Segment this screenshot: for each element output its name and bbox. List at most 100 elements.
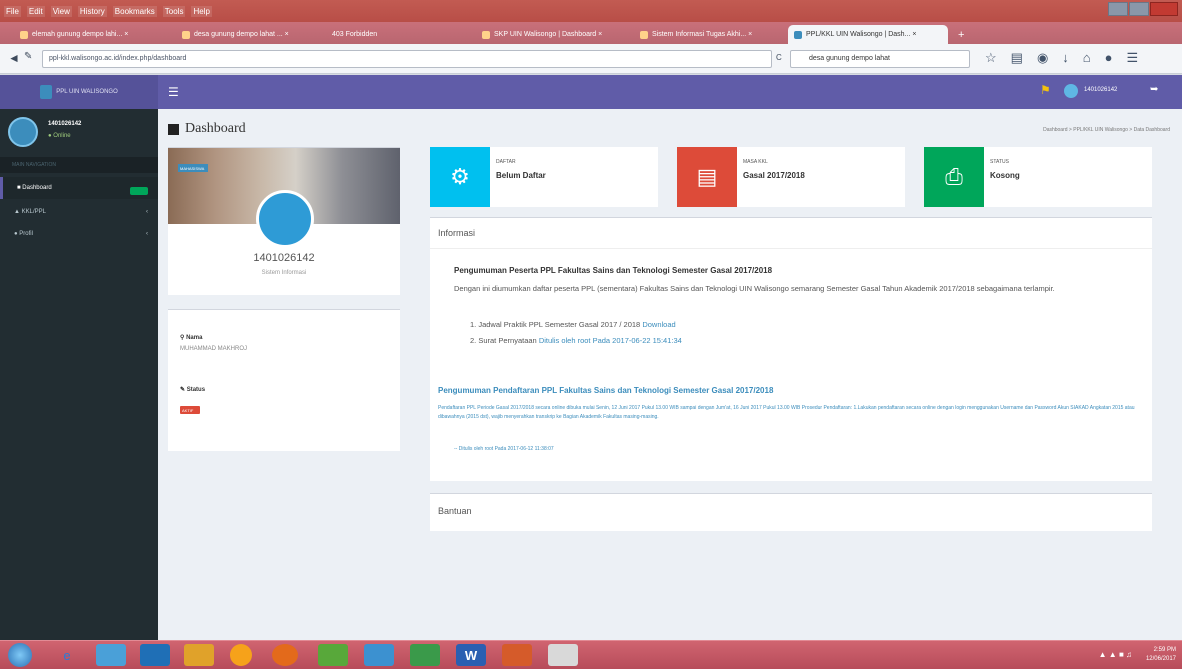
new-badge: [130, 187, 148, 195]
informasi-box: Informasi Pengumuman Peserta PPL Fakulta…: [430, 217, 1152, 481]
bantuan-box: Bantuan: [430, 493, 1152, 531]
browser-tab[interactable]: 403 Forbidden: [326, 25, 446, 44]
list-item-text: 2. Surat Pernyataan: [470, 336, 537, 345]
reload-icon[interactable]: C: [776, 53, 782, 62]
sidebar-section-header: MAIN NAVIGATION: [0, 157, 158, 173]
search-input[interactable]: desa gunung dempo lahat: [790, 50, 970, 68]
pocket-icon[interactable]: ◉: [1037, 51, 1048, 65]
sidebar-avatar: [8, 117, 38, 147]
app-icon[interactable]: [502, 644, 532, 666]
download-icon[interactable]: ↓: [1062, 51, 1069, 65]
app-icon[interactable]: [230, 644, 252, 666]
status-badge-text: AKTIF: [182, 408, 194, 413]
system-tray[interactable]: ▲ ▲ ■ ♫: [1099, 650, 1132, 659]
bookmarks-icon[interactable]: ▤: [1011, 51, 1023, 65]
share-icon[interactable]: ➥: [1150, 84, 1158, 95]
surat-link[interactable]: Ditulis oleh root Pada 2017-06-22 15:41:…: [539, 336, 682, 345]
gear-icon: ⚙: [430, 147, 490, 207]
status-label-text: Status: [186, 387, 206, 393]
infocard-value: Kosong: [990, 171, 1020, 180]
tab-label: desa gunung dempo lahat ... ×: [194, 31, 289, 38]
user-icon: ●: [14, 231, 18, 237]
menu-history[interactable]: History: [77, 6, 107, 17]
name-label: ⚲ Nama: [180, 335, 203, 341]
menu-tools[interactable]: Tools: [162, 6, 186, 17]
sidebar-item-dashboard[interactable]: ■ Dashboard: [0, 177, 158, 199]
app-icon[interactable]: [410, 644, 440, 666]
download-link[interactable]: Download: [642, 320, 675, 329]
browser-tab[interactable]: Sistem Informasi Tugas Akhi... ×: [634, 25, 784, 44]
explorer-icon[interactable]: [96, 644, 126, 666]
notification-icon[interactable]: ⚑: [1040, 83, 1051, 97]
divider: [430, 248, 1152, 249]
informasi-title: Informasi: [438, 228, 476, 238]
app-icon[interactable]: [364, 644, 394, 666]
topbar-username[interactable]: 1401026142: [1084, 87, 1117, 93]
status-label: ✎ Status: [180, 387, 206, 393]
addon-icon[interactable]: ●: [1105, 51, 1113, 65]
minimize-button[interactable]: [1108, 2, 1128, 16]
wrench-icon[interactable]: ✎: [24, 51, 32, 62]
app-icon[interactable]: [140, 644, 170, 666]
app-icon[interactable]: [548, 644, 578, 666]
ie-icon[interactable]: e: [52, 644, 82, 666]
chevron-left-icon: ‹: [146, 209, 148, 215]
menu-help[interactable]: Help: [191, 6, 212, 17]
sidebar-status: ● Online: [48, 133, 71, 139]
menu-edit[interactable]: Edit: [26, 6, 45, 17]
clock[interactable]: 2:59 PM 12/06/2017: [1146, 646, 1176, 664]
infocard-masa-kkl: ▤ MASA KKL Gasal 2017/2018: [677, 147, 905, 207]
word-icon[interactable]: W: [456, 644, 486, 666]
home-icon[interactable]: ⌂: [1083, 51, 1091, 65]
announcement-title-link[interactable]: Pengumuman Pendaftaran PPL Fakultas Sain…: [438, 386, 773, 395]
main-content: Dashboard Dashboard > PPL/KKL UIN Waliso…: [158, 109, 1182, 640]
sidebar-toggle-icon[interactable]: ☰: [168, 85, 179, 99]
star-icon[interactable]: ☆: [985, 51, 997, 65]
browser-tab[interactable]: elemah gunung dempo lahi... ×: [14, 25, 174, 44]
profile-box: MAHASISWA 1401026142 Sistem Informasi: [168, 147, 400, 295]
app-icon[interactable]: [184, 644, 214, 666]
browser-tab[interactable]: SKP UIN Walisongo | Dashboard ×: [476, 25, 632, 44]
name-value: MUHAMMAD MAKHROJ: [180, 346, 247, 352]
browser-tab-active[interactable]: PPL/KKL UIN Walisongo | Dash... ×: [788, 25, 948, 44]
maximize-button[interactable]: [1129, 2, 1149, 16]
new-tab-button[interactable]: +: [952, 25, 970, 44]
close-window-button[interactable]: [1150, 2, 1178, 16]
app-logo[interactable]: PPL UIN WALISONGO: [0, 75, 158, 109]
screen: File Edit View History Bookmarks Tools H…: [0, 0, 1182, 669]
menu-icon[interactable]: ☰: [1127, 51, 1139, 65]
browser-navbar: ◄ ✎ ppl-kkl.walisongo.ac.id/index.php/da…: [0, 44, 1182, 74]
profile-number: 1401026142: [253, 252, 315, 264]
back-icon[interactable]: ◄: [8, 51, 20, 65]
breadcrumb[interactable]: Dashboard > PPL/KKL UIN Walisongo > Data…: [1043, 127, 1170, 133]
graduation-icon: ▲: [14, 209, 20, 215]
chevron-left-icon: ‹: [146, 231, 148, 237]
user-avatar[interactable]: [1064, 84, 1078, 98]
firefox-icon[interactable]: [272, 644, 298, 666]
app: PPL UIN WALISONGO ☰ ⚑ 1401026142 ➥ 14010…: [0, 75, 1182, 640]
sidebar-item-profil[interactable]: ● Profil ‹: [0, 223, 158, 245]
dashboard-icon: [168, 123, 179, 135]
menu-bookmarks[interactable]: Bookmarks: [112, 6, 157, 17]
favicon-icon: [20, 30, 28, 39]
dashboard-icon: ■: [17, 185, 21, 191]
menu-view[interactable]: View: [50, 6, 72, 17]
tab-label: 403 Forbidden: [332, 31, 378, 38]
browser-tab[interactable]: desa gunung dempo lahat ... ×: [176, 25, 324, 44]
start-button[interactable]: [8, 643, 32, 667]
browser-titlebar: File Edit View History Bookmarks Tools H…: [0, 0, 1182, 22]
menu-file[interactable]: File: [4, 6, 21, 17]
infocard-status: ⎙ STATUS Kosong: [924, 147, 1152, 207]
search-text: desa gunung dempo lahat: [809, 55, 890, 62]
favicon-icon: [482, 30, 490, 39]
profile-subtitle: Sistem Informasi: [261, 270, 307, 276]
infocard-label: MASA KKL: [743, 159, 768, 165]
app-icon[interactable]: [318, 644, 348, 666]
taskbar: e W ▲ ▲ ■ ♫ 2:59 PM 12/06/2017: [0, 640, 1182, 669]
sidebar-item-kkl-ppl[interactable]: ▲ KKL/PPL ‹: [0, 201, 158, 223]
announcement-body: Pendaftaran PPL Periode Gasal 2017/2018 …: [438, 405, 1135, 420]
logo-text: PPL UIN WALISONGO: [56, 89, 118, 95]
url-bar[interactable]: ppl-kkl.walisongo.ac.id/index.php/dashbo…: [42, 50, 772, 68]
favicon-icon: [182, 30, 190, 39]
sidebar-item-label: Dashboard: [22, 185, 52, 191]
